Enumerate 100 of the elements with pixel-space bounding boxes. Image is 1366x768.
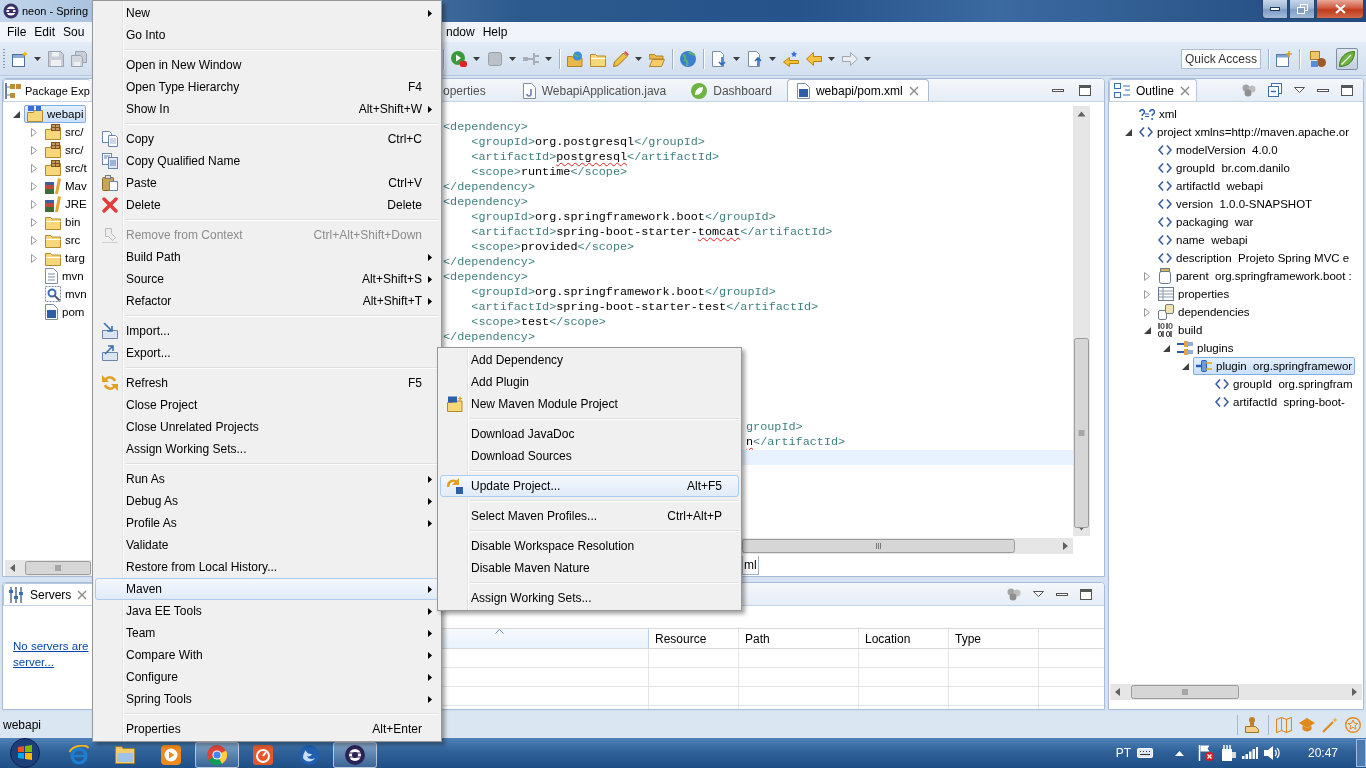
expand-icon[interactable]	[31, 217, 37, 227]
expand-icon[interactable]	[31, 163, 37, 173]
document-arrow-up-icon[interactable]	[747, 50, 763, 67]
new-window-icon[interactable]	[12, 50, 28, 67]
menu-item[interactable]: Open in New Window	[95, 54, 439, 76]
show-desktop-icon[interactable]	[1356, 739, 1366, 767]
expand-icon[interactable]	[31, 253, 37, 263]
menu-item[interactable]: Paste Ctrl+V	[95, 172, 439, 194]
taskbar-button[interactable]	[333, 742, 377, 768]
editor-page-tab[interactable]: ml	[742, 556, 759, 575]
clock[interactable]: 20:47	[1307, 746, 1338, 760]
horizontal-scrollbar[interactable]	[1110, 684, 1362, 700]
tree-item[interactable]: webapi	[24, 105, 87, 123]
folder-globe-icon[interactable]	[567, 50, 583, 67]
outline-item[interactable]: build	[1155, 321, 1206, 339]
menu-item[interactable]: Go Into	[95, 24, 439, 46]
link[interactable]: server...	[13, 654, 54, 670]
menu-bar-item[interactable]: Sou	[59, 23, 89, 41]
menu-item[interactable]: New Maven Module Project	[440, 393, 739, 415]
outline-item[interactable]: plugins	[1174, 339, 1237, 357]
menu-item[interactable]: Compare With	[95, 644, 439, 666]
menu-item[interactable]: Disable Workspace Resolution	[440, 535, 739, 557]
caret-icon[interactable]	[635, 56, 642, 61]
tree-item[interactable]: pom	[42, 303, 88, 321]
menu-item[interactable]: Import...	[95, 320, 439, 342]
menu-item[interactable]: Download JavaDoc	[440, 423, 739, 445]
pencil-icon[interactable]	[613, 50, 629, 67]
expand-icon[interactable]	[31, 235, 37, 245]
tree-item[interactable]: mvn	[42, 285, 90, 303]
menu-bar-item[interactable]: Edit	[30, 23, 60, 41]
menu-item[interactable]: Run As	[95, 468, 439, 490]
globe-icon[interactable]	[680, 50, 696, 67]
outline-item[interactable]: dependencies	[1155, 303, 1253, 321]
menu-item[interactable]: Properties Alt+Enter	[95, 718, 439, 740]
tree-item[interactable]: bin	[42, 213, 84, 231]
tree-item[interactable]: src	[42, 231, 84, 249]
expand-icon[interactable]	[31, 199, 37, 209]
editor-tab[interactable]: Dashboard	[681, 79, 782, 101]
menu-item[interactable]: Close Unrelated Projects	[95, 416, 439, 438]
tree-item[interactable]: JRE	[42, 195, 90, 213]
menu-item[interactable]: Debug As	[95, 490, 439, 512]
link[interactable]: No servers are	[13, 638, 89, 654]
outline-item[interactable]: groupId org.springfram	[1212, 375, 1356, 393]
back-icon[interactable]	[806, 50, 822, 67]
collapse-all-icon[interactable]	[1268, 83, 1282, 97]
menu-item[interactable]: Show In Alt+Shift+W	[95, 98, 439, 120]
expand-icon[interactable]	[31, 127, 37, 137]
vertical-scrollbar[interactable]	[1073, 106, 1090, 536]
star-arrow-icon[interactable]	[783, 50, 799, 67]
menu-item[interactable]: Assign Working Sets...	[95, 438, 439, 460]
caret-icon[interactable]	[733, 56, 740, 61]
caret-icon[interactable]	[509, 56, 516, 61]
minimize-icon[interactable]	[1317, 88, 1329, 92]
circles-icon[interactable]	[1242, 83, 1256, 97]
menu-item[interactable]: Export...	[95, 342, 439, 364]
tree-item[interactable]: src/	[42, 123, 87, 141]
outline-item[interactable]: groupId br.com.danilo	[1155, 159, 1293, 177]
view-tab[interactable]: Servers	[3, 583, 95, 605]
signal-icon[interactable]	[1241, 747, 1258, 759]
menu-item[interactable]: Copy Ctrl+C	[95, 128, 439, 150]
menu-item[interactable]: Add Plugin	[440, 371, 739, 393]
run-icon[interactable]	[451, 50, 467, 67]
close-button[interactable]	[1316, 0, 1364, 19]
window-plus-icon[interactable]	[1276, 50, 1292, 67]
menu-item[interactable]: Restore from Local History...	[95, 556, 439, 578]
menu-item[interactable]: New	[95, 2, 439, 24]
tree-item[interactable]: Mav	[42, 177, 90, 195]
outline-item[interactable]: plugin org.springframewor	[1193, 357, 1356, 375]
caret-icon[interactable]	[769, 56, 776, 61]
outline-item[interactable]: modelVersion 4.0.0	[1155, 141, 1281, 159]
language-indicator[interactable]: PT	[1115, 746, 1131, 760]
chevron-up-icon[interactable]	[1174, 750, 1184, 756]
menu-item[interactable]: Source Alt+Shift+S	[95, 268, 439, 290]
view-tab[interactable]: Outline	[1109, 79, 1198, 101]
outline-item[interactable]: name webapi	[1155, 231, 1251, 249]
menu-item[interactable]: Maven	[95, 578, 439, 600]
quick-access-field[interactable]: Quick Access	[1181, 48, 1261, 69]
collapse-icon[interactable]	[1124, 128, 1132, 136]
close-icon[interactable]	[1180, 85, 1191, 96]
menu-item[interactable]: Profile As	[95, 512, 439, 534]
menu-item[interactable]: Add Dependency	[440, 349, 739, 371]
expand-icon[interactable]	[1144, 271, 1150, 281]
restore-button[interactable]	[1289, 0, 1315, 19]
editor-tab[interactable]: operties	[439, 79, 496, 101]
maximize-icon[interactable]	[1080, 588, 1092, 600]
circles-icon[interactable]	[1007, 587, 1021, 601]
caret-icon[interactable]	[545, 56, 552, 61]
power-plug-icon[interactable]	[1219, 745, 1236, 761]
keyboard-icon[interactable]	[1136, 748, 1153, 758]
view-menu-icon[interactable]	[1294, 87, 1305, 93]
minimize-icon[interactable]	[1056, 592, 1068, 596]
minimize-icon[interactable]	[1052, 88, 1064, 92]
perspective-button[interactable]	[1336, 47, 1358, 70]
minimize-button[interactable]	[1262, 0, 1288, 19]
stamp-icon[interactable]	[1245, 717, 1261, 733]
outline-item[interactable]: version 1.0.0-SNAPSHOT	[1155, 195, 1316, 213]
collapse-icon[interactable]	[1181, 362, 1189, 370]
expand-icon[interactable]	[1144, 307, 1150, 317]
outline-item[interactable]: artifactId webapi	[1155, 177, 1266, 195]
maximize-icon[interactable]	[1341, 84, 1353, 96]
